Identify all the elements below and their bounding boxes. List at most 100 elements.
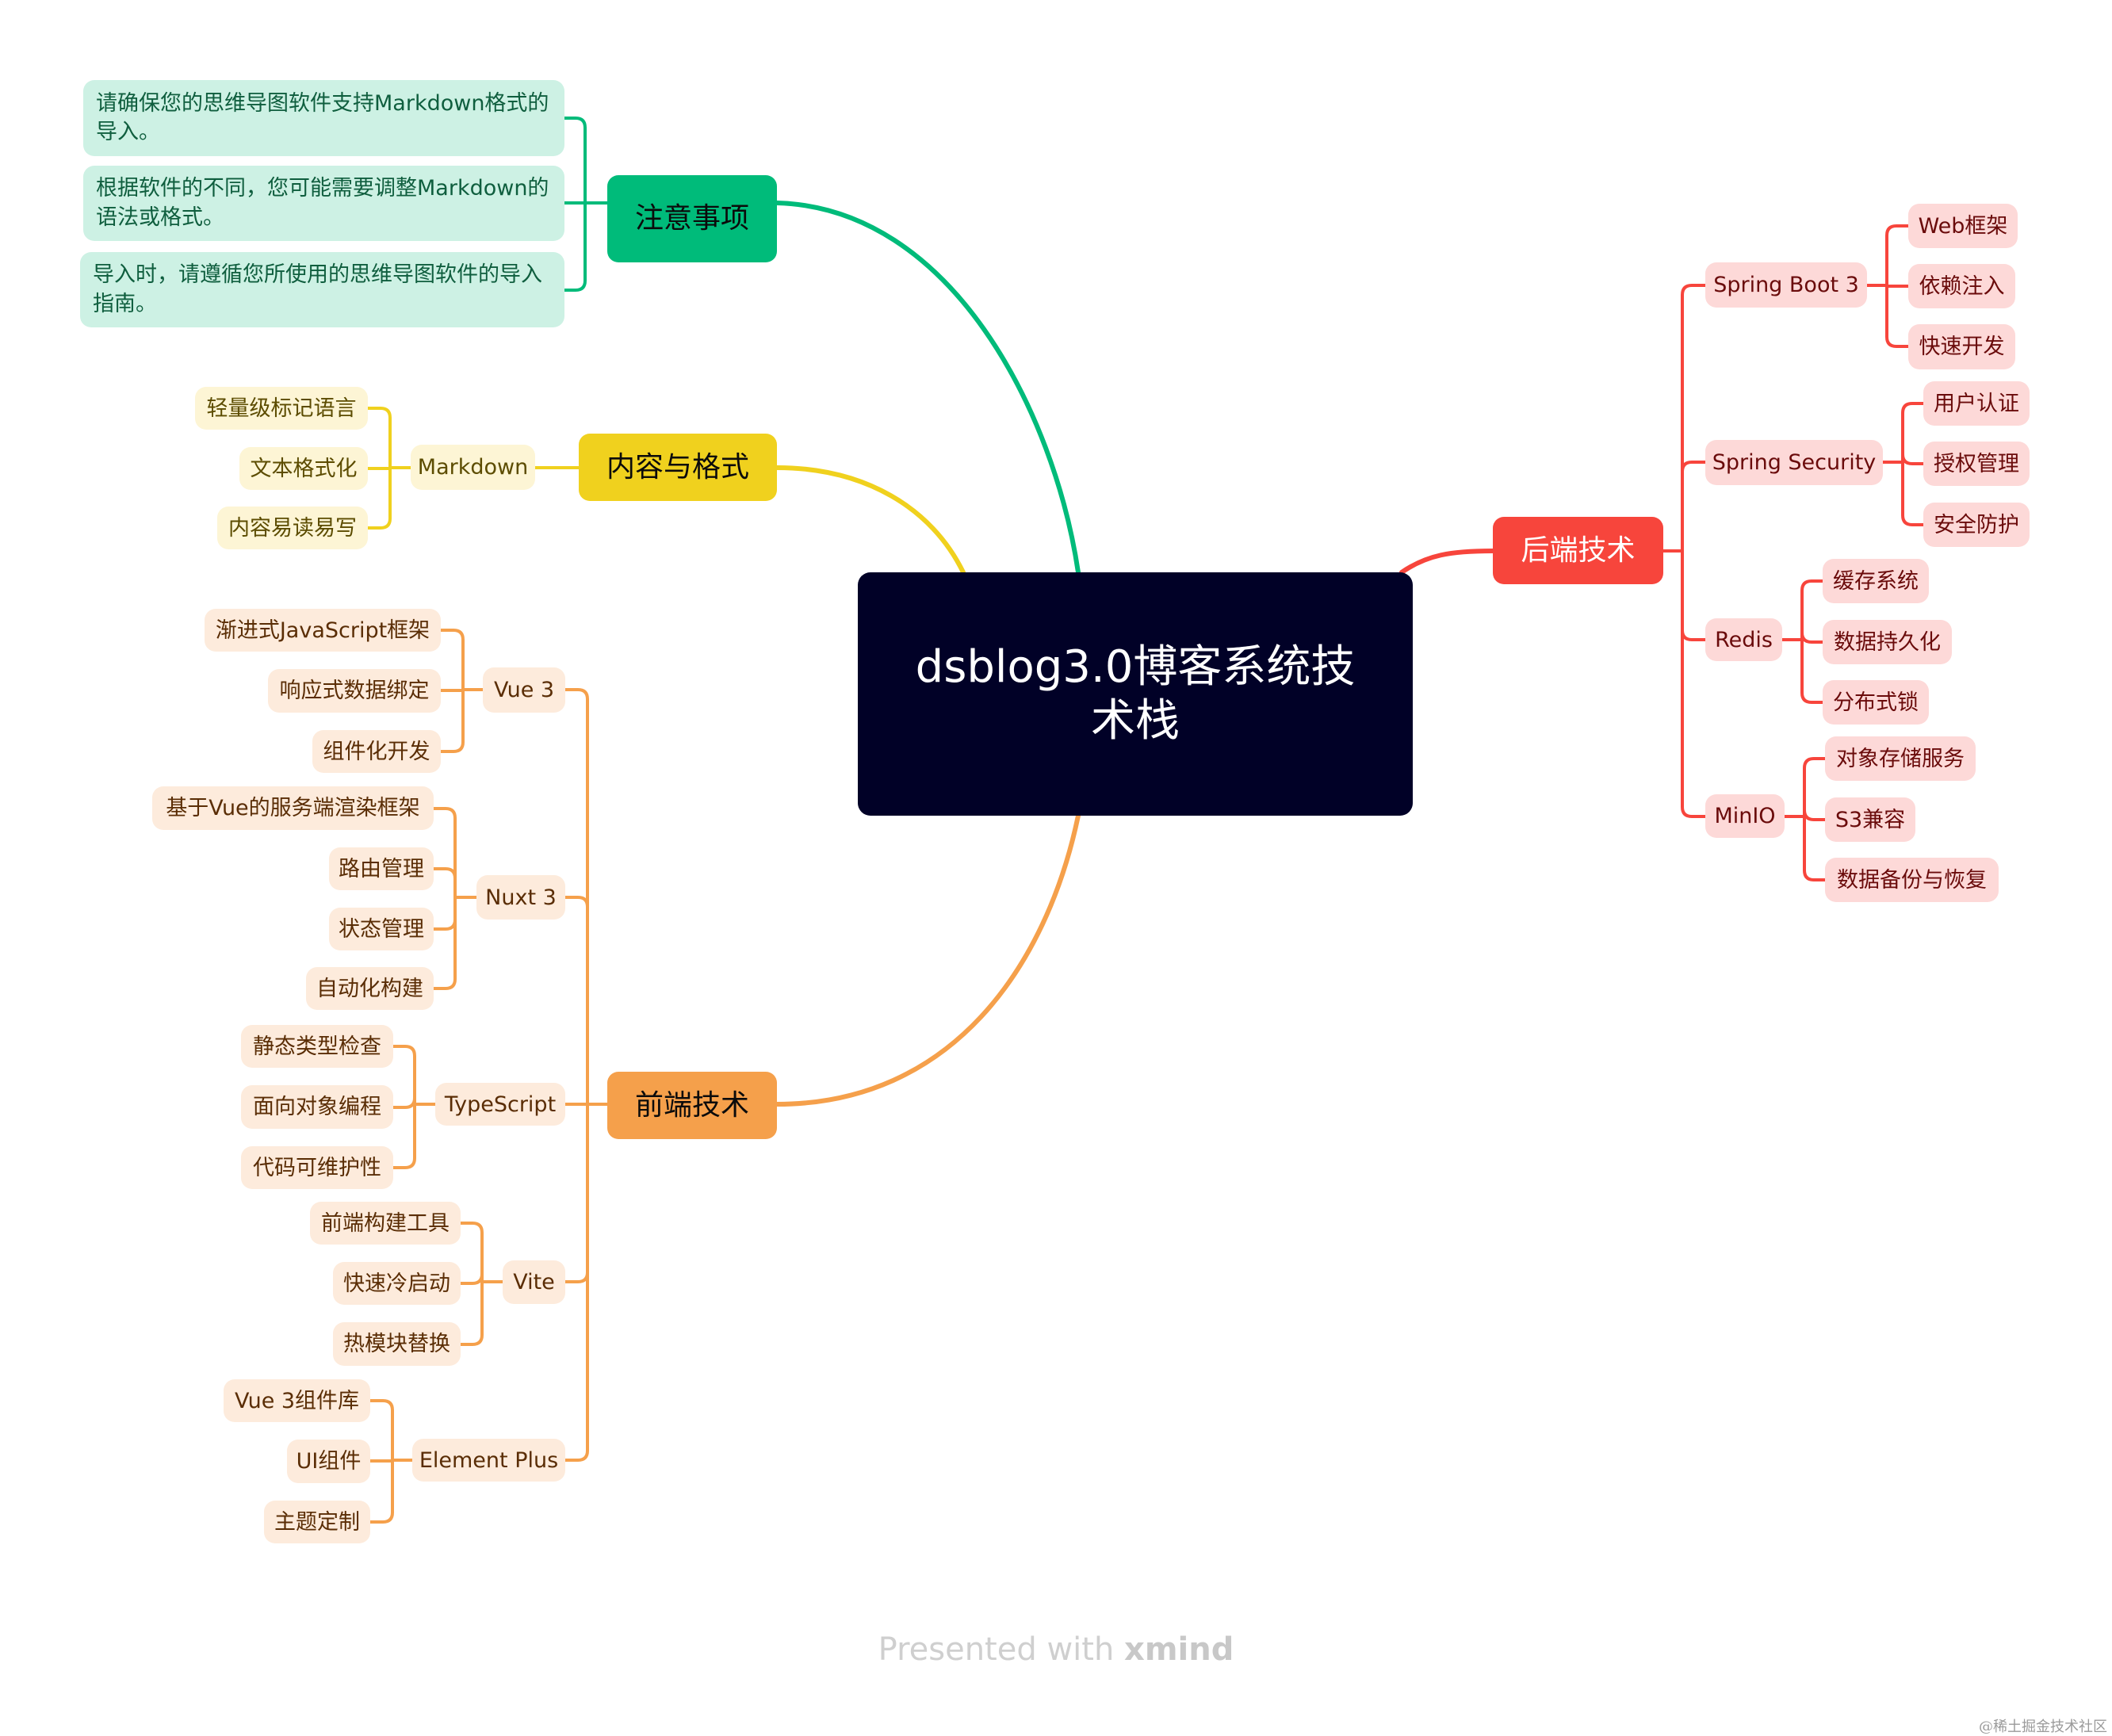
leaf-label: 自动化构建 xyxy=(316,976,423,1001)
subtopic-nuxt3[interactable]: Nuxt 3 xyxy=(476,875,565,920)
leaf-label: 缓存系统 xyxy=(1833,568,1919,594)
topic-content-format[interactable]: 内容与格式 xyxy=(579,434,777,501)
leaf-label: 数据备份与恢复 xyxy=(1837,867,1987,893)
connector-element-plus-branch xyxy=(369,1459,394,1524)
leaf-item[interactable]: 依赖注入 xyxy=(1908,264,2015,308)
subtopic-vite[interactable]: Vite xyxy=(503,1260,565,1304)
subtopic-spring-security[interactable]: Spring Security xyxy=(1705,440,1883,485)
topic-backend-label: 后端技术 xyxy=(1521,533,1636,567)
subtopic-typescript[interactable]: TypeScript xyxy=(435,1083,565,1126)
note-text: 导入时，请遵循您所使用的思维导图软件的导入指南。 xyxy=(93,262,542,316)
leaf-item[interactable]: 自动化构建 xyxy=(306,967,434,1010)
leaf-item[interactable]: 用户认证 xyxy=(1923,381,2030,426)
subtopic-element-plus[interactable]: Element Plus xyxy=(412,1439,565,1482)
connector-spring-boot-branch xyxy=(1885,284,1910,348)
leaf-item[interactable]: 授权管理 xyxy=(1923,442,2030,486)
leaf-item[interactable]: 缓存系统 xyxy=(1823,559,1929,603)
connector-frontend-branch xyxy=(564,896,589,1106)
leaf-item[interactable]: Web框架 xyxy=(1908,204,2018,248)
topic-notes[interactable]: 注意事项 xyxy=(607,175,777,262)
leaf-item[interactable]: 安全防护 xyxy=(1923,503,2030,547)
connector-typescript-branch xyxy=(392,1045,416,1106)
watermark: @稀土掘金技术社区 xyxy=(1979,1719,2107,1735)
leaf-label: 静态类型检查 xyxy=(253,1034,381,1059)
note-item[interactable]: 导入时，请遵循您所使用的思维导图软件的导入指南。 xyxy=(80,252,564,327)
leaf-item[interactable]: UI组件 xyxy=(287,1440,370,1483)
note-item[interactable]: 根据软件的不同，您可能需要调整Markdown的语法或格式。 xyxy=(83,166,564,241)
leaf-item[interactable]: 数据备份与恢复 xyxy=(1825,858,1999,902)
leaf-item[interactable]: 热模块替换 xyxy=(333,1322,461,1366)
central-topic[interactable]: dsblog3.0博客系统技术栈 xyxy=(858,572,1413,816)
leaf-item[interactable]: 主题定制 xyxy=(264,1501,370,1543)
leaf-label: 热模块替换 xyxy=(343,1332,450,1356)
leaf-item[interactable]: 基于Vue的服务端渲染框架 xyxy=(152,786,434,830)
topic-backend[interactable]: 后端技术 xyxy=(1493,517,1663,584)
connector-backend-branch xyxy=(1681,284,1707,553)
leaf-item[interactable]: 数据持久化 xyxy=(1823,620,1952,664)
leaf-item[interactable]: Vue 3组件库 xyxy=(224,1379,370,1422)
connector-root-notes xyxy=(775,201,1081,575)
subtopic-label: Redis xyxy=(1715,627,1773,652)
connector-element-plus-branch xyxy=(369,1399,394,1462)
subtopic-vue3[interactable]: Vue 3 xyxy=(483,667,565,713)
leaf-label: 文本格式化 xyxy=(250,456,358,481)
connector-notes-branch xyxy=(563,117,587,205)
connector-minio-branch xyxy=(1803,809,1827,821)
leaf-item[interactable]: 状态管理 xyxy=(329,908,434,950)
leaf-item[interactable]: 响应式数据绑定 xyxy=(268,669,441,713)
subtopic-spring-boot[interactable]: Spring Boot 3 xyxy=(1705,262,1867,308)
subtopic-minio[interactable]: MinIO xyxy=(1705,794,1785,838)
connector-vite-branch xyxy=(459,1222,484,1283)
leaf-item[interactable]: 快速冷启动 xyxy=(333,1262,461,1305)
leaf-item[interactable]: 前端构建工具 xyxy=(310,1202,461,1245)
connector-frontend-branch xyxy=(564,1103,589,1283)
leaf-label: UI组件 xyxy=(296,1449,362,1474)
note-text: 根据软件的不同，您可能需要调整Markdown的语法或格式。 xyxy=(96,176,549,230)
leaf-item[interactable]: 静态类型检查 xyxy=(241,1025,393,1068)
leaf-item[interactable]: 代码可维护性 xyxy=(241,1146,393,1189)
connector-notes-branch xyxy=(563,201,587,292)
connector-spring-security-branch xyxy=(1901,453,1925,465)
leaf-item[interactable]: 分布式锁 xyxy=(1823,680,1929,725)
leaf-item[interactable]: 对象存储服务 xyxy=(1825,736,1976,781)
leaf-label: 组件化开发 xyxy=(323,739,430,764)
connector-minio-branch xyxy=(1803,757,1827,818)
leaf-item[interactable]: 渐进式JavaScript框架 xyxy=(205,609,441,652)
subtopic-label: Markdown xyxy=(417,455,529,480)
note-text: 请确保您的思维导图软件支持Markdown格式的导入。 xyxy=(96,90,549,144)
note-item[interactable]: 请确保您的思维导图软件支持Markdown格式的导入。 xyxy=(83,80,564,156)
leaf-item[interactable]: 轻量级标记语言 xyxy=(195,387,368,430)
connector-redis-branch xyxy=(1800,579,1824,641)
connector-backend-branch xyxy=(1681,461,1707,553)
connector-nuxt3-branch xyxy=(432,807,457,899)
leaf-item[interactable]: 组件化开发 xyxy=(312,730,441,773)
leaf-item[interactable]: 路由管理 xyxy=(329,847,434,890)
subtopic-markdown[interactable]: Markdown xyxy=(411,445,535,490)
leaf-label: 轻量级标记语言 xyxy=(206,396,357,421)
connector-spring-security-branch xyxy=(1901,402,1925,464)
connector-vite-branch xyxy=(459,1273,484,1285)
subtopic-label: Nuxt 3 xyxy=(485,885,557,910)
leaf-item[interactable]: S3兼容 xyxy=(1825,797,1915,842)
leaf-item[interactable]: 内容易读易写 xyxy=(217,507,368,549)
presented-with-xmind: Presented with xmind xyxy=(0,1631,2112,1668)
connector-typescript-branch xyxy=(392,1097,416,1109)
subtopic-label: Spring Boot 3 xyxy=(1713,273,1859,297)
connector-root-content xyxy=(775,465,966,575)
connector-redis-branch xyxy=(1800,632,1824,644)
leaf-label: 主题定制 xyxy=(274,1509,360,1535)
connector-vue3-branch xyxy=(439,688,465,753)
connector-redis-branch xyxy=(1800,638,1824,704)
leaf-item[interactable]: 快速开发 xyxy=(1908,324,2015,369)
topic-frontend[interactable]: 前端技术 xyxy=(607,1072,777,1139)
leaf-item[interactable]: 文本格式化 xyxy=(239,447,368,490)
connector-root-frontend xyxy=(775,813,1081,1107)
subtopic-redis[interactable]: Redis xyxy=(1705,618,1782,661)
connector-markdown-branch xyxy=(366,407,392,469)
connector-nuxt3-branch xyxy=(432,896,457,990)
connector-backend-branch xyxy=(1681,549,1707,641)
connector-vue3-branch xyxy=(439,629,465,691)
leaf-item[interactable]: 面向对象编程 xyxy=(241,1085,393,1129)
topic-frontend-label: 前端技术 xyxy=(634,1088,749,1122)
leaf-label: 依赖注入 xyxy=(1919,273,2005,299)
